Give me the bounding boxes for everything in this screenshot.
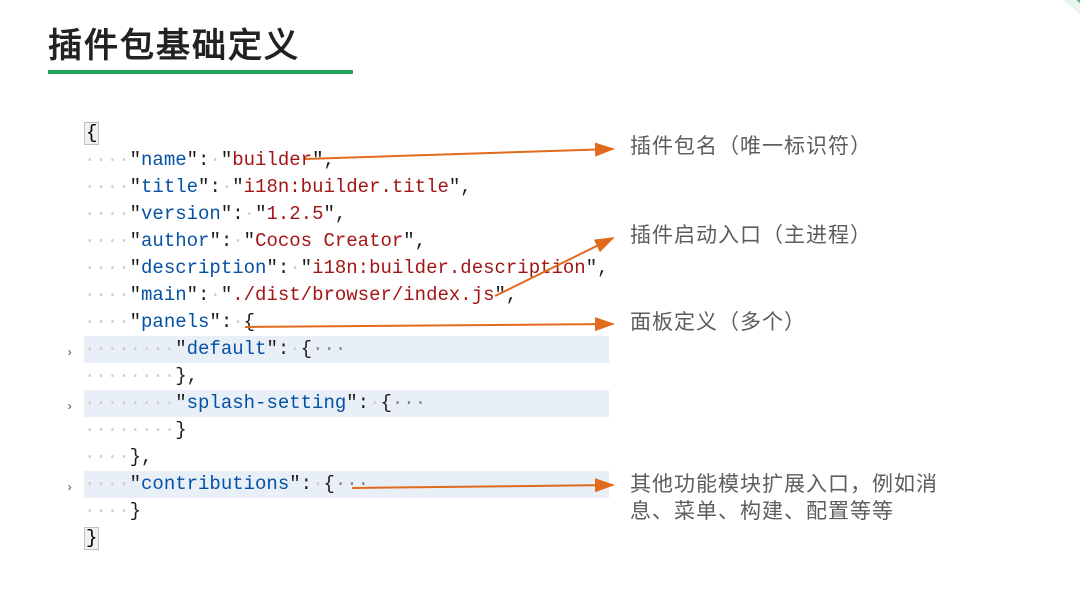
code-line-splash: ›········"splash-setting":·{···	[84, 390, 609, 417]
code-line: }	[84, 525, 609, 552]
code-line: ········}	[84, 417, 609, 444]
fold-caret-icon: ›	[66, 475, 73, 502]
corner-decoration	[980, 0, 1080, 100]
code-line-default: ›········"default":·{···	[84, 336, 609, 363]
code-line-main: ····"main":·"./dist/browser/index.js",	[84, 282, 609, 309]
code-line-author: ····"author":·"Cocos Creator",	[84, 228, 609, 255]
code-line: ····}	[84, 498, 609, 525]
annotation-contributions: 其他功能模块扩展入口，例如消息、菜单、构建、配置等等	[630, 471, 950, 525]
code-line: ········},	[84, 363, 609, 390]
annotation-main: 插件启动入口（主进程）	[630, 222, 872, 249]
title-underline	[48, 70, 353, 74]
slide-title: 插件包基础定义	[48, 18, 300, 67]
code-line: {	[84, 120, 609, 147]
code-line-title: ····"title":·"i18n:builder.title",	[84, 174, 609, 201]
code-line-panels: ····"panels":·{	[84, 309, 609, 336]
fold-caret-icon: ›	[66, 394, 73, 421]
annotation-name: 插件包名（唯一标识符）	[630, 133, 872, 160]
code-line: ····},	[84, 444, 609, 471]
fold-caret-icon: ›	[66, 340, 73, 367]
code-line-name: ····"name":·"builder",	[84, 147, 609, 174]
code-block: { ····"name":·"builder", ····"title":·"i…	[84, 120, 609, 552]
code-line-version: ····"version":·"1.2.5",	[84, 201, 609, 228]
code-line-description: ····"description":·"i18n:builder.descrip…	[84, 255, 609, 282]
annotation-panels: 面板定义（多个）	[630, 309, 806, 336]
code-line-contributions: ›····"contributions":·{···	[84, 471, 609, 498]
